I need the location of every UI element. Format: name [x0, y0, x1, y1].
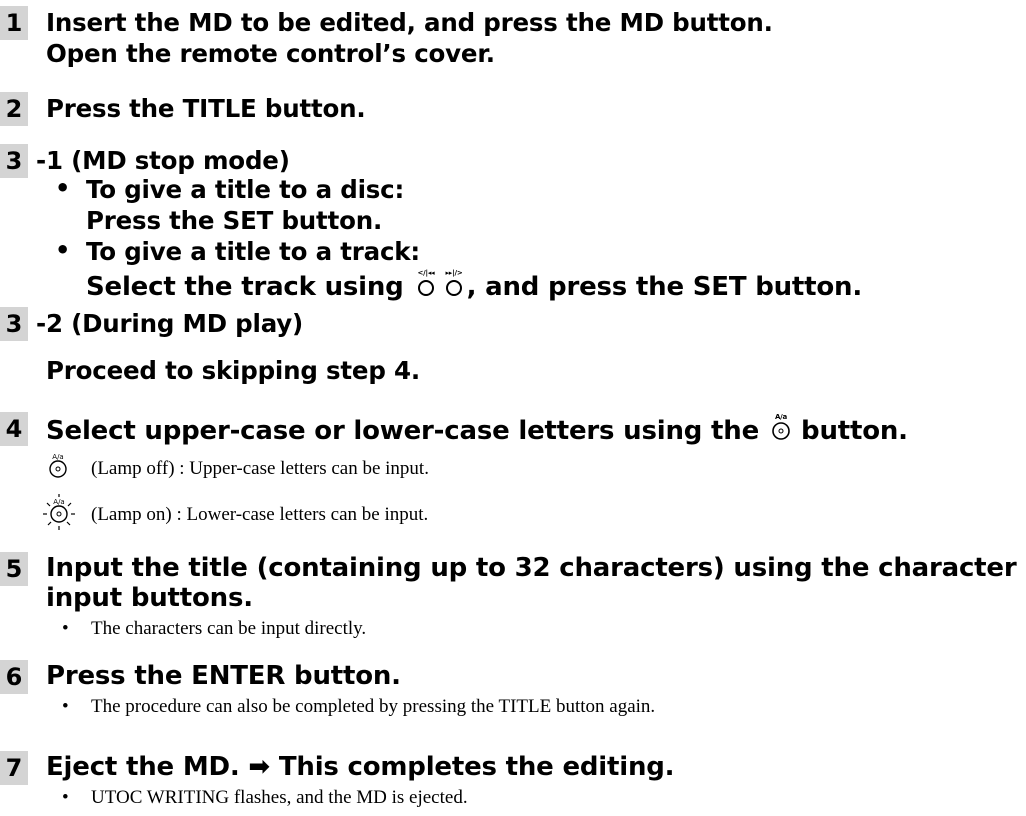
- instruction-text: Select the track using: [86, 271, 404, 302]
- step-number: 5: [0, 552, 28, 586]
- bullet: •: [55, 236, 71, 264]
- note-bullet: •: [62, 618, 69, 639]
- step-note: The characters can be input directly.: [91, 618, 367, 639]
- step-heading: Press the TITLE button.: [46, 94, 366, 123]
- bullet-instruction: Press the SET button.: [86, 206, 383, 235]
- step-heading: Press the ENTER button.: [46, 661, 401, 691]
- step-3-2: 3 -2 (During MD play) Proceed to skippin…: [0, 307, 1026, 387]
- step-number: 6: [0, 660, 28, 694]
- step-heading: Insert the MD to be edited, and press th…: [46, 8, 773, 37]
- step-number: 3: [0, 144, 28, 178]
- step-3-1: 3 -1 (MD stop mode) • To give a title to…: [0, 144, 1026, 302]
- lamp-off-icon: A/a: [46, 452, 70, 485]
- instruction-page: 1 Insert the MD to be edited, and press …: [0, 0, 1026, 816]
- skip-back-button-icon: </|◂◂: [413, 268, 439, 306]
- svg-text:▸▸|/>: ▸▸|/>: [445, 269, 462, 278]
- step-number: 1: [0, 6, 28, 40]
- note-bullet: •: [62, 787, 69, 808]
- step-heading: -2 (During MD play): [36, 309, 304, 338]
- bullet-title: To give a title to a disc:: [86, 175, 405, 204]
- step-heading: -1 (MD stop mode): [36, 146, 290, 175]
- svg-text:A/a: A/a: [775, 413, 788, 421]
- instruction-text: , and press the SET button.: [466, 271, 863, 302]
- heading-text: button.: [801, 415, 908, 446]
- step-7: 7 Eject the MD. ➡ This completes the edi…: [0, 751, 1026, 813]
- heading-text: Select upper-case or lower-case letters …: [46, 415, 760, 446]
- step-number: 7: [0, 751, 28, 785]
- step-instruction: Proceed to skipping step 4.: [46, 356, 420, 385]
- bullet-title: To give a title to a track:: [86, 237, 420, 266]
- aa-button-icon: A/a: [769, 412, 793, 450]
- step-6: 6 Press the ENTER button. • The procedur…: [0, 660, 1026, 722]
- bullet: •: [55, 174, 71, 202]
- skip-forward-button-icon: ▸▸|/>: [441, 268, 467, 306]
- lamp-off-description: (Lamp off) : Upper-case letters can be i…: [91, 458, 429, 479]
- step-number: 4: [0, 412, 28, 446]
- svg-text:A/a: A/a: [53, 498, 64, 506]
- note-bullet: •: [62, 696, 69, 717]
- step-heading: Input the title (containing up to 32 cha…: [46, 553, 1017, 583]
- lamp-on-icon: A/a: [42, 494, 76, 535]
- svg-text:</|◂◂: </|◂◂: [417, 269, 435, 278]
- bullet-instruction: Select the track using </|◂◂ ▸▸|/> , and…: [86, 268, 862, 306]
- step-4: 4 Select upper-case or lower-case letter…: [0, 412, 1026, 542]
- step-heading-line2: Open the remote control’s cover.: [46, 39, 495, 68]
- step-heading: Eject the MD. ➡ This completes the editi…: [46, 752, 675, 782]
- step-2: 2 Press the TITLE button.: [0, 92, 1026, 126]
- step-5: 5 Input the title (containing up to 32 c…: [0, 552, 1026, 642]
- step-number: 2: [0, 92, 28, 126]
- step-heading-line2: input buttons.: [46, 583, 253, 613]
- step-note: The procedure can also be completed by p…: [91, 696, 656, 717]
- step-number: 3: [0, 307, 28, 341]
- svg-text:A/a: A/a: [52, 453, 63, 461]
- step-1: 1 Insert the MD to be edited, and press …: [0, 6, 1026, 76]
- step-heading: Select upper-case or lower-case letters …: [46, 412, 908, 450]
- lamp-on-description: (Lamp on) : Lower-case letters can be in…: [91, 504, 429, 525]
- step-note: UTOC WRITING flashes, and the MD is ejec…: [91, 787, 468, 808]
